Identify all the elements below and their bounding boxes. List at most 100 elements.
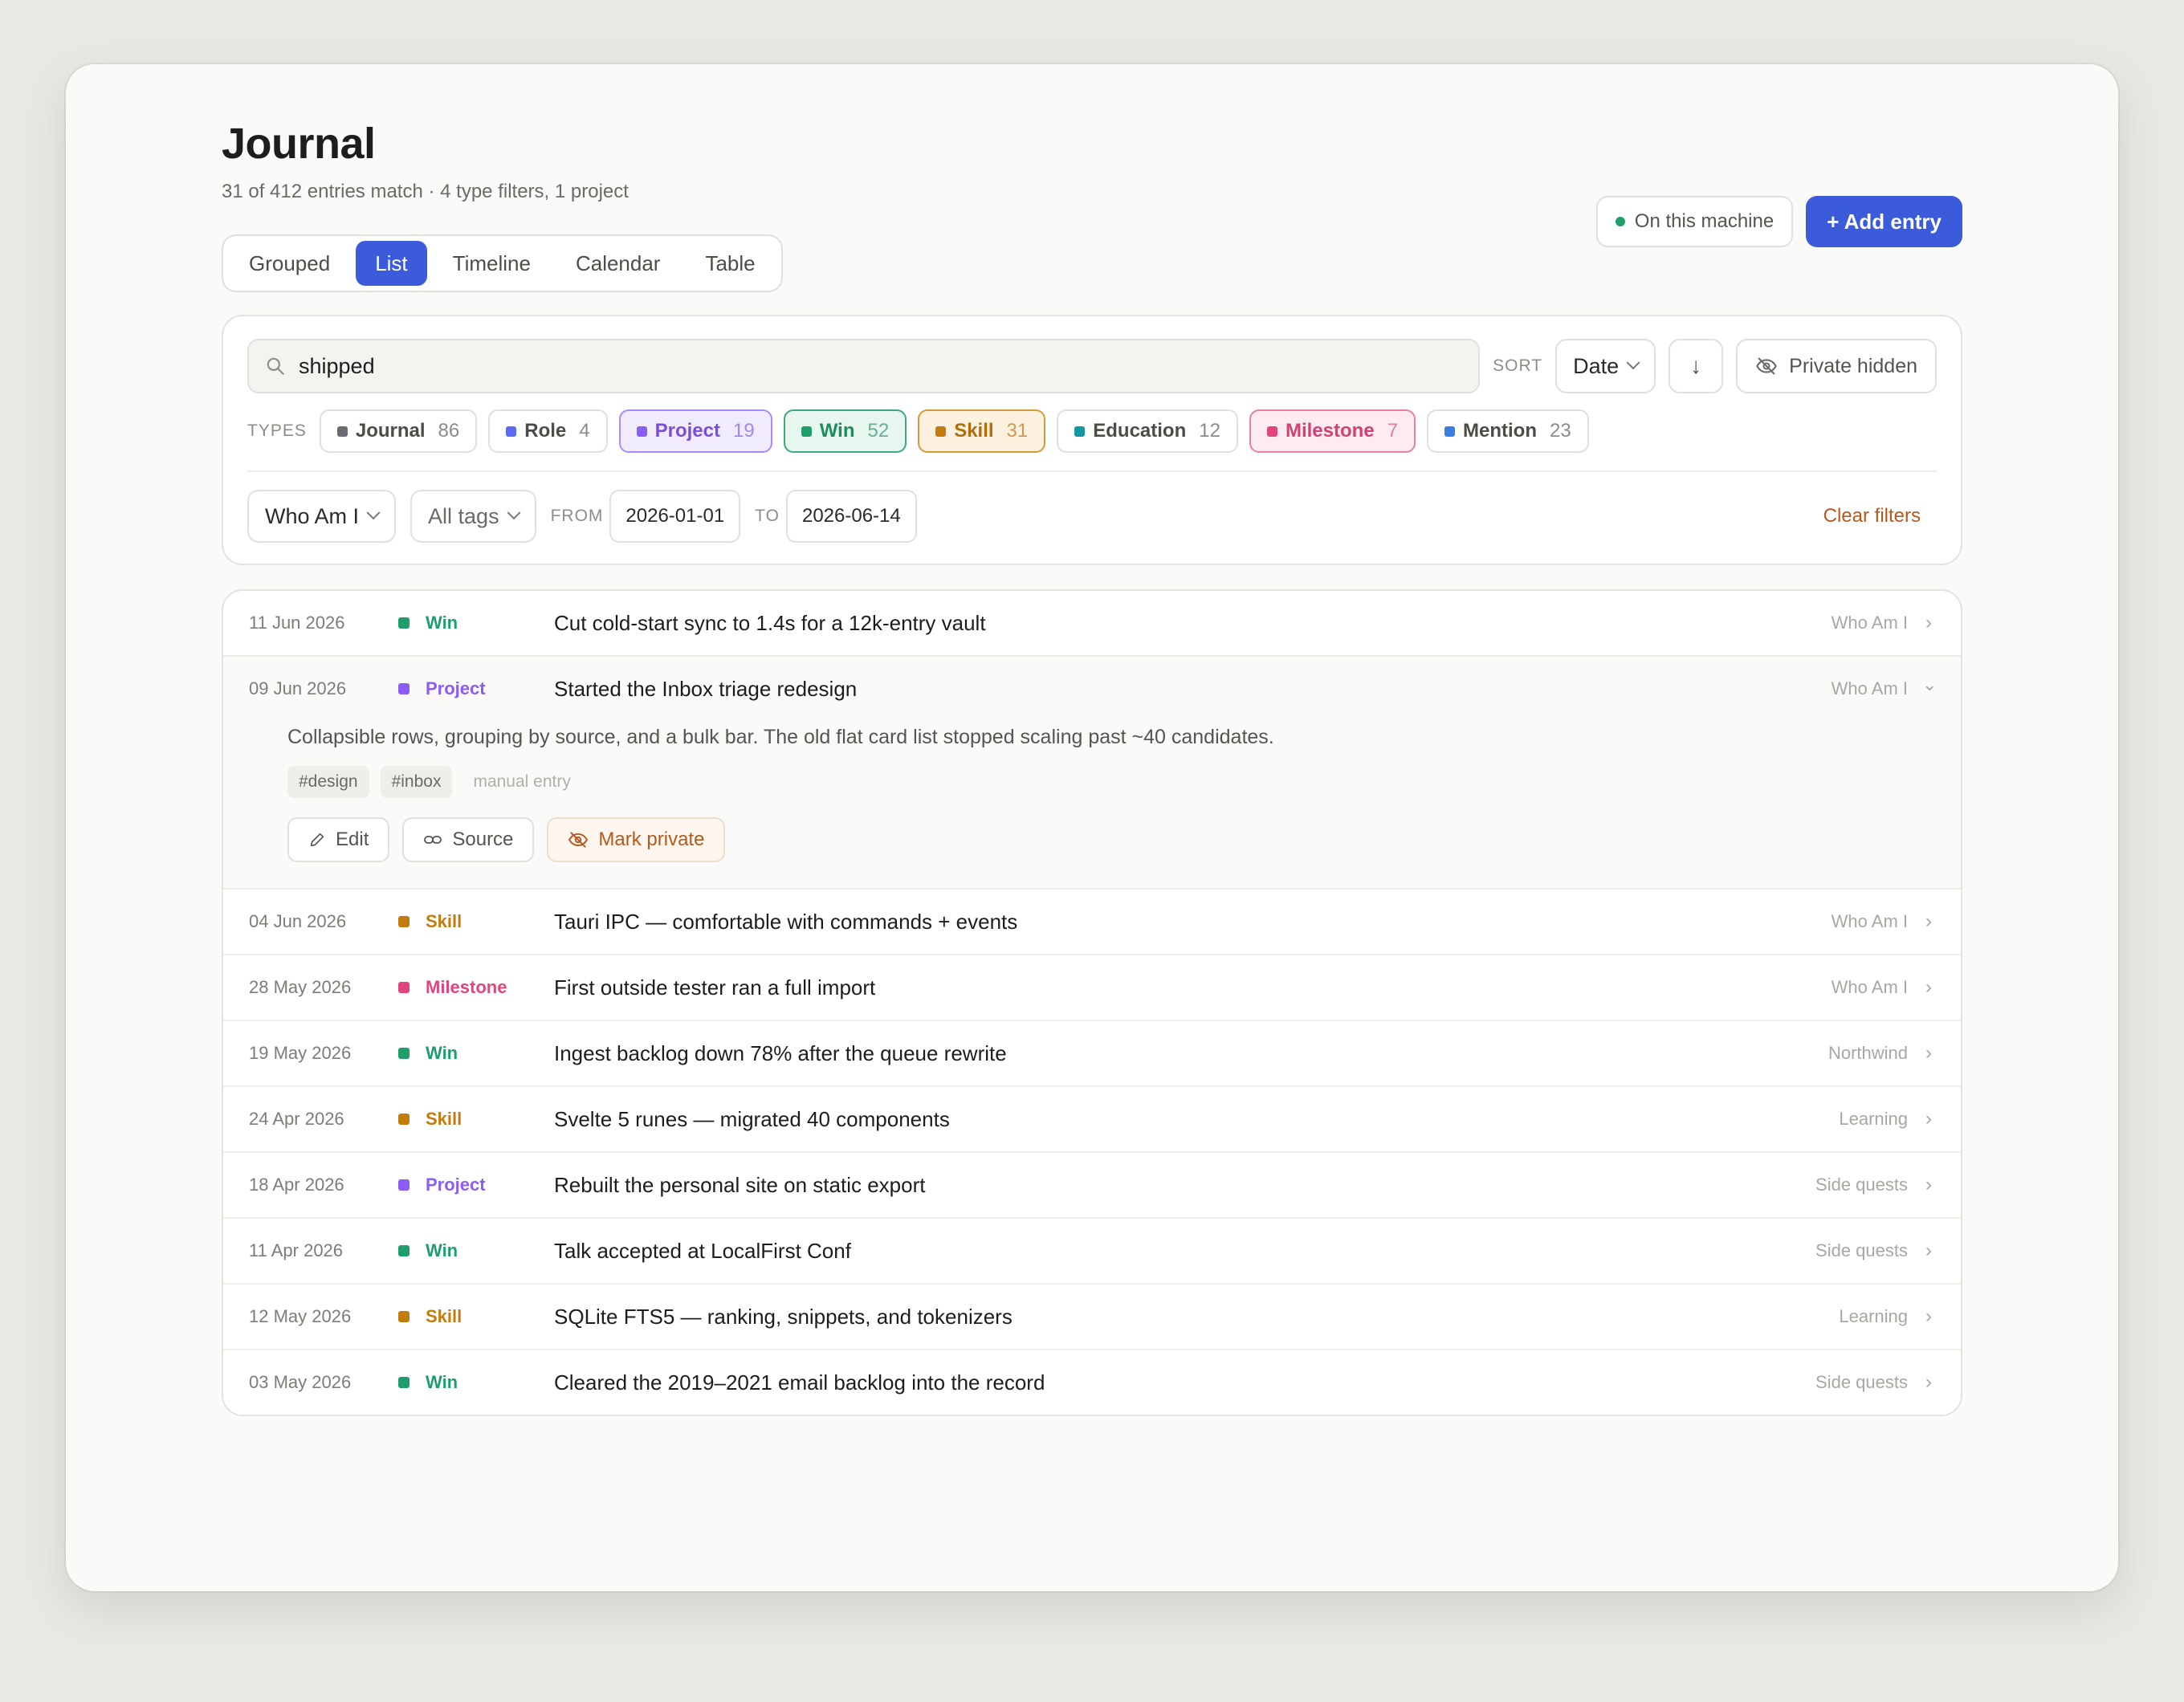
tab-list[interactable]: List xyxy=(356,241,427,286)
tag-badge[interactable]: #inbox xyxy=(380,766,453,798)
tab-calendar[interactable]: Calendar xyxy=(556,241,680,286)
entry-row[interactable]: 19 May 2026 Win Ingest backlog down 78% af… xyxy=(223,1021,1961,1085)
chevron-right-icon[interactable]: › xyxy=(1922,1305,1935,1328)
entry-title: First outside tester ran a full import xyxy=(554,975,876,1000)
tab-timeline[interactable]: Timeline xyxy=(434,241,550,286)
sort-direction-button[interactable]: ↓ xyxy=(1669,339,1724,393)
entry-row[interactable]: 03 May 2026 Win Cleared the 2019–2021 emai… xyxy=(223,1350,1961,1415)
entry-row[interactable]: 12 May 2026 Skill SQLite FTS5 — ranking, s… xyxy=(223,1285,1961,1349)
entry-source: Learning xyxy=(1839,1109,1908,1129)
status-dot-icon xyxy=(1615,217,1625,226)
search-input[interactable] xyxy=(299,353,1463,379)
list-item: 19 May 2026 Win Ingest backlog down 78% af… xyxy=(223,1021,1961,1087)
chevron-right-icon[interactable]: › xyxy=(1922,1240,1935,1262)
mark-private-button[interactable]: Mark private xyxy=(547,817,726,862)
list-item: 11 Jun 2026 Win Cut cold-start sync to 1.4… xyxy=(223,591,1961,657)
search-field[interactable] xyxy=(247,339,1481,393)
chevron-right-icon[interactable]: › xyxy=(1922,1174,1935,1196)
entry-title: SQLite FTS5 — ranking, snippets, and tok… xyxy=(554,1304,1013,1329)
types-label: TYPES xyxy=(247,421,307,440)
tag-badge[interactable]: #design xyxy=(287,766,369,798)
entry-type-label: Skill xyxy=(426,911,462,931)
chevron-right-icon[interactable]: › xyxy=(1922,1042,1935,1065)
sort-select[interactable]: Date xyxy=(1555,339,1656,393)
entry-row[interactable]: 11 Apr 2026 Win Talk accepted at LocalFirs… xyxy=(223,1219,1961,1283)
entry-row[interactable]: 28 May 2026 Milestone First outside tester… xyxy=(223,955,1961,1020)
chevron-right-icon[interactable]: › xyxy=(1922,612,1935,634)
entry-date: 28 May 2026 xyxy=(249,977,352,997)
chevron-right-icon[interactable]: › xyxy=(1922,910,1935,933)
type-color-swatch xyxy=(398,617,410,629)
entry-origin: manual entry xyxy=(473,772,571,791)
entry-title: Svelte 5 runes — migrated 40 components xyxy=(554,1106,950,1131)
type-color-swatch xyxy=(398,916,410,927)
edit-button[interactable]: Edit xyxy=(287,817,390,862)
entry-row[interactable]: 24 Apr 2026 Skill Svelte 5 runes — migrate… xyxy=(223,1087,1961,1151)
list-item: 24 Apr 2026 Skill Svelte 5 runes — migrate… xyxy=(223,1087,1961,1153)
type-chip-journal[interactable]: Journal 86 xyxy=(319,409,478,453)
type-color-swatch xyxy=(398,1048,410,1059)
type-chip-education[interactable]: Education 12 xyxy=(1057,409,1238,453)
chevron-right-icon[interactable]: › xyxy=(1922,976,1935,999)
tab-table[interactable]: Table xyxy=(686,241,774,286)
project-select[interactable]: Who Am I xyxy=(247,490,397,543)
chevron-down-icon[interactable]: ⌄ xyxy=(1922,674,1937,695)
chevron-right-icon[interactable]: › xyxy=(1922,1371,1935,1394)
chevron-right-icon[interactable]: › xyxy=(1922,1108,1935,1130)
entry-source: Side quests xyxy=(1815,1175,1908,1195)
entry-type: Win xyxy=(398,1372,554,1393)
source-button-label: Source xyxy=(452,829,514,850)
from-date-input[interactable]: 2026-01-01 xyxy=(609,490,741,543)
source-button[interactable]: Source xyxy=(402,817,535,862)
private-toggle-label: Private hidden xyxy=(1789,354,1917,377)
entry-title: Ingest backlog down 78% after the queue … xyxy=(554,1040,1007,1065)
project-select-value: Who Am I xyxy=(265,503,360,528)
storage-status-badge[interactable]: On this machine xyxy=(1595,196,1794,247)
list-item: 28 May 2026 Milestone First outside tester… xyxy=(223,955,1961,1021)
filter-panel: SORT Date ↓ Private hidden TYPES Jo xyxy=(222,315,1962,565)
entry-row[interactable]: 11 Jun 2026 Win Cut cold-start sync to 1.4… xyxy=(223,591,1961,655)
page-title: Journal xyxy=(222,120,376,168)
search-icon xyxy=(267,357,284,375)
entry-source: Side quests xyxy=(1815,1372,1908,1392)
entry-type: Project xyxy=(398,678,554,699)
type-chip-label: Milestone xyxy=(1285,420,1375,442)
type-chip-win[interactable]: Win 52 xyxy=(783,409,907,453)
private-toggle-button[interactable]: Private hidden xyxy=(1736,339,1937,393)
type-chip-mention[interactable]: Mention 23 xyxy=(1427,409,1589,453)
secondary-filter-row: Who Am I All tags FROM 2026-01-01 TO 202… xyxy=(247,490,1937,543)
entry-date: 19 May 2026 xyxy=(249,1043,352,1063)
tags-select[interactable]: All tags xyxy=(410,490,536,543)
entry-title: Started the Inbox triage redesign xyxy=(554,676,858,701)
entry-source: Who Am I xyxy=(1831,613,1908,633)
tab-grouped[interactable]: Grouped xyxy=(230,241,349,286)
add-entry-button[interactable]: + Add entry xyxy=(1806,196,1962,247)
list-item: 03 May 2026 Win Cleared the 2019–2021 emai… xyxy=(223,1350,1961,1415)
type-chip-milestone[interactable]: Milestone 7 xyxy=(1249,409,1416,453)
type-chip-label: Role xyxy=(524,420,567,442)
entry-row[interactable]: 18 Apr 2026 Project Rebuilt the personal s… xyxy=(223,1153,1961,1217)
entry-type-label: Skill xyxy=(426,1109,462,1129)
chevron-down-icon xyxy=(1626,356,1640,370)
storage-status-label: On this machine xyxy=(1634,210,1774,232)
entry-source: Northwind xyxy=(1827,1043,1908,1063)
type-chip-project[interactable]: Project 19 xyxy=(618,409,772,453)
type-chip-skill[interactable]: Skill 31 xyxy=(918,409,1046,453)
clear-filters-link[interactable]: Clear filters xyxy=(1823,505,1937,527)
entry-title: Cleared the 2019–2021 email backlog into… xyxy=(554,1370,1045,1395)
entry-actions: Edit Source Mark private xyxy=(287,817,1935,862)
entry-date: 24 Apr 2026 xyxy=(249,1109,344,1129)
link-icon xyxy=(424,836,442,844)
type-color-swatch xyxy=(398,683,410,694)
entry-row[interactable]: 04 Jun 2026 Skill Tauri IPC — comfortable … xyxy=(223,890,1961,954)
entry-description: Collapsible rows, grouping by source, an… xyxy=(287,726,1274,748)
entry-row[interactable]: 09 Jun 2026 Project Started the Inbox tria… xyxy=(223,657,1961,721)
entry-date: 11 Apr 2026 xyxy=(249,1240,344,1260)
chevron-down-icon xyxy=(366,506,381,520)
type-color-swatch xyxy=(398,1245,410,1256)
sort-value: Date xyxy=(1573,353,1620,378)
entry-title: Tauri IPC — comfortable with commands + … xyxy=(554,909,1018,934)
type-chip-label: Mention xyxy=(1463,420,1537,442)
type-chip-role[interactable]: Role 4 xyxy=(488,409,608,453)
to-date-input[interactable]: 2026-06-14 xyxy=(785,490,917,543)
